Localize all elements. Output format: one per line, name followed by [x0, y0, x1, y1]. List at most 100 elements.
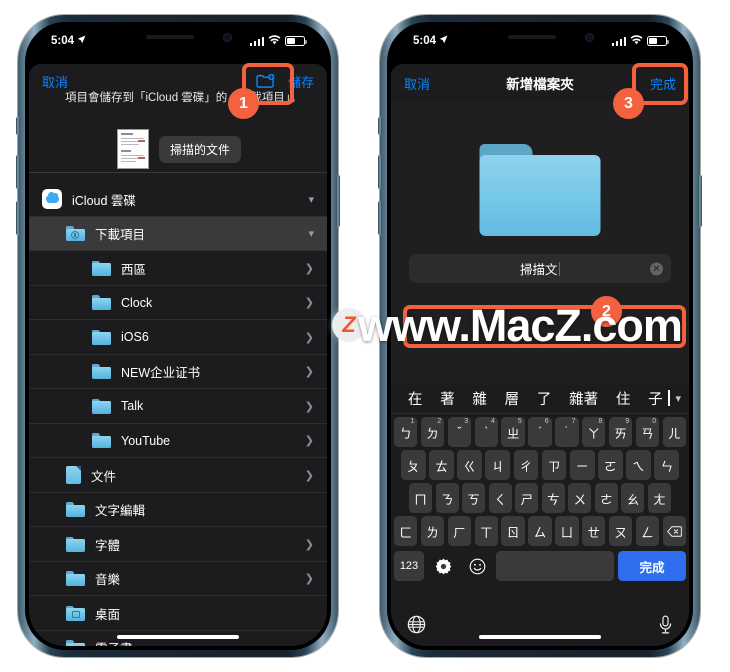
- power-button[interactable]: [336, 175, 340, 227]
- key-tone5[interactable]: ˙ 7: [555, 417, 579, 447]
- list-item-icloud-drive[interactable]: iCloud 雲碟 ▾: [29, 182, 327, 217]
- key-chi[interactable]: ㄔ: [513, 450, 539, 480]
- cancel-button[interactable]: 取消: [42, 72, 68, 91]
- key-er[interactable]: ㄦ: [662, 417, 686, 447]
- key-fo[interactable]: ㄈ: [394, 516, 418, 546]
- key-tone2[interactable]: ˊ6: [528, 417, 552, 447]
- chevron-down-icon[interactable]: ▾: [672, 392, 682, 405]
- gear-icon[interactable]: [428, 551, 458, 581]
- key-ai[interactable]: ㄞ9: [608, 417, 633, 447]
- list-item-downloads[interactable]: 下載項目 ▾: [29, 216, 327, 251]
- list-item-fonts[interactable]: 字體 ❯: [29, 527, 327, 562]
- keyboard-done-key[interactable]: 完成: [618, 551, 686, 581]
- list-item-ios6[interactable]: iOS6 ❯: [29, 320, 327, 355]
- microphone-icon[interactable]: [658, 615, 673, 639]
- key-ke[interactable]: ㄎ: [462, 483, 486, 513]
- clear-text-icon[interactable]: ✕: [650, 262, 663, 275]
- key-de[interactable]: ㄉ2: [420, 417, 445, 447]
- candidate-1[interactable]: 著: [431, 388, 463, 409]
- key-mo[interactable]: ㄇ: [409, 483, 433, 513]
- key-yi[interactable]: ㄧ: [569, 450, 595, 480]
- key-wu[interactable]: ㄨ: [568, 483, 592, 513]
- candidate-3[interactable]: 層: [496, 388, 528, 409]
- key-qi[interactable]: ㄑ: [488, 483, 512, 513]
- key-he[interactable]: ㄏ: [447, 516, 472, 546]
- list-item-desktop[interactable]: 桌面: [29, 596, 327, 631]
- list-item-textedit[interactable]: 文字編輯: [29, 493, 327, 527]
- key-yu[interactable]: ㄩ: [555, 516, 579, 546]
- volume-up-button[interactable]: [378, 155, 382, 189]
- key-ri[interactable]: ㄖ: [501, 516, 525, 546]
- chevron-right-icon[interactable]: ❯: [305, 331, 314, 344]
- chevron-right-icon[interactable]: ❯: [305, 262, 314, 275]
- chevron-right-icon[interactable]: ❯: [305, 572, 314, 585]
- left-phone-screen: 5:04 取消 儲存 項目會儲存到「iCloud 雲碟」的「下載項目」。 掃描的…: [29, 26, 327, 646]
- folder-icon: [92, 329, 111, 345]
- list-item-youtube[interactable]: YouTube ❯: [29, 424, 327, 458]
- mute-switch[interactable]: [16, 117, 20, 135]
- key-zhi[interactable]: ㄓ5: [501, 417, 525, 447]
- candidate-5[interactable]: 雜著: [560, 388, 607, 409]
- key-en[interactable]: ㄣ: [654, 450, 680, 480]
- key-eng[interactable]: ㄥ: [635, 516, 660, 546]
- candidate-6[interactable]: 住: [607, 388, 639, 409]
- key-tone3[interactable]: ˇ3: [447, 417, 472, 447]
- key-ji[interactable]: ㄐ: [485, 450, 511, 480]
- list-item-clock[interactable]: Clock ❯: [29, 286, 327, 320]
- key-e[interactable]: ㄜ: [594, 483, 618, 513]
- folder-name-field[interactable]: 掃描文 ✕: [409, 254, 671, 283]
- key-xi[interactable]: ㄒ: [474, 516, 498, 546]
- key-ci[interactable]: ㄘ: [541, 483, 565, 513]
- chevron-right-icon[interactable]: ❯: [305, 469, 314, 482]
- space-key[interactable]: [496, 551, 614, 581]
- chevron-right-icon[interactable]: ❯: [305, 400, 314, 413]
- key-zi[interactable]: ㄗ: [541, 450, 567, 480]
- key-ao[interactable]: ㄠ: [621, 483, 645, 513]
- key-bo[interactable]: ㄅ1: [394, 417, 418, 447]
- emoji-icon[interactable]: [462, 551, 492, 581]
- list-item-new-enterprise-cert[interactable]: NEW企业证书 ❯: [29, 355, 327, 389]
- key-ne[interactable]: ㄋ: [435, 483, 459, 513]
- key-ang[interactable]: ㄤ: [647, 483, 671, 513]
- list-item-documents[interactable]: 文件 ❯: [29, 458, 327, 493]
- globe-icon[interactable]: [407, 615, 426, 639]
- candidate-2[interactable]: 雜: [464, 388, 496, 409]
- list-item-music[interactable]: 音樂 ❯: [29, 562, 327, 596]
- key-tone4[interactable]: ˋ4: [474, 417, 498, 447]
- backspace-icon[interactable]: [662, 516, 686, 546]
- key-po[interactable]: ㄆ: [400, 450, 426, 480]
- volume-down-button[interactable]: [378, 201, 382, 235]
- list-item-label: Talk: [121, 399, 144, 414]
- candidate-7[interactable]: 子: [639, 388, 671, 409]
- key-ei[interactable]: ㄟ: [626, 450, 651, 480]
- chevron-right-icon[interactable]: ❯: [305, 434, 314, 447]
- chevron-down-icon[interactable]: ▾: [308, 227, 314, 240]
- chevron-right-icon[interactable]: ❯: [305, 365, 314, 378]
- key-ie[interactable]: ㄝ: [582, 516, 606, 546]
- key-shi[interactable]: ㄕ: [515, 483, 539, 513]
- numeric-keyboard-button[interactable]: 123: [394, 551, 424, 581]
- key-te[interactable]: ㄊ: [429, 450, 454, 480]
- key-le[interactable]: ㄌ: [420, 516, 445, 546]
- volume-up-button[interactable]: [16, 155, 20, 189]
- chevron-right-icon[interactable]: ❯: [305, 538, 314, 551]
- chevron-down-icon[interactable]: ▾: [308, 193, 314, 206]
- home-indicator[interactable]: [117, 634, 239, 639]
- list-item-xiqu[interactable]: 西區 ❯: [29, 251, 327, 286]
- key-ou[interactable]: ㄡ: [608, 516, 633, 546]
- power-button[interactable]: [698, 175, 702, 227]
- home-indicator[interactable]: [479, 634, 601, 639]
- status-bar-right: [249, 34, 307, 48]
- key-an[interactable]: ㄢ0: [635, 417, 660, 447]
- mute-switch[interactable]: [378, 117, 382, 135]
- key-a[interactable]: ㄚ8: [582, 417, 606, 447]
- candidate-0[interactable]: 在: [399, 388, 431, 409]
- chevron-right-icon[interactable]: ❯: [305, 641, 314, 646]
- chevron-right-icon[interactable]: ❯: [305, 296, 314, 309]
- volume-down-button[interactable]: [16, 201, 20, 235]
- key-o[interactable]: ㄛ: [598, 450, 623, 480]
- list-item-talk[interactable]: Talk ❯: [29, 389, 327, 424]
- key-ge[interactable]: ㄍ: [457, 450, 482, 480]
- candidate-4[interactable]: 了: [528, 388, 560, 409]
- key-si[interactable]: ㄙ: [528, 516, 552, 546]
